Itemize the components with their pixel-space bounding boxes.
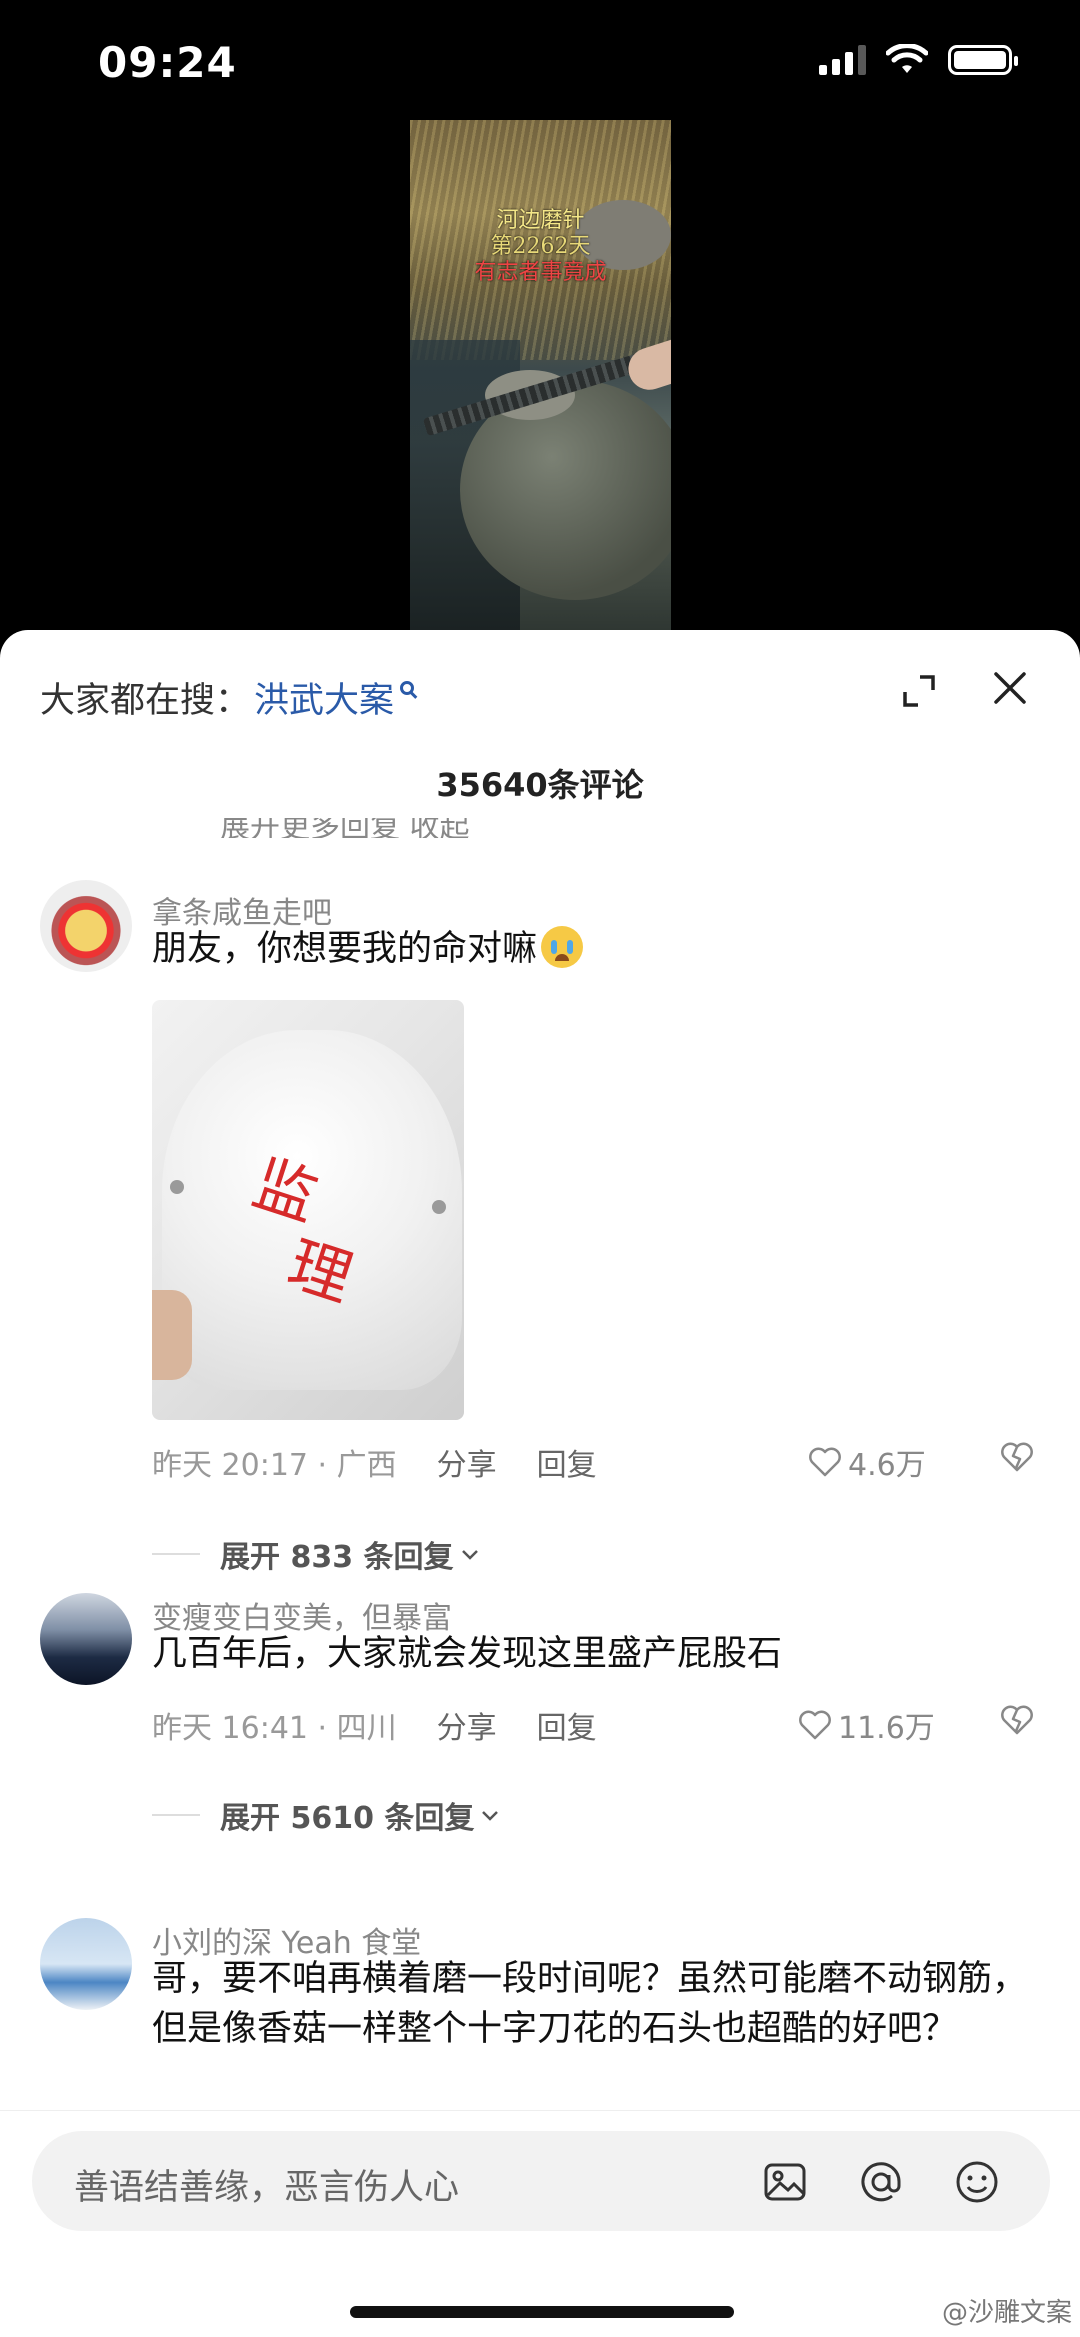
comment-text-body: 朋友，你想要我的命对嘛 bbox=[152, 929, 538, 969]
home-indicator[interactable] bbox=[350, 2306, 734, 2318]
expand-replies-button[interactable]: 展开 5610 条回复 bbox=[152, 1793, 500, 1837]
wifi-icon bbox=[886, 44, 928, 73]
status-time: 09:24 bbox=[98, 38, 237, 87]
avatar[interactable] bbox=[40, 1593, 132, 1685]
close-icon[interactable] bbox=[992, 670, 1028, 706]
image-icon[interactable] bbox=[762, 2159, 808, 2205]
avatar[interactable] bbox=[40, 1918, 132, 2010]
share-button[interactable]: 分享 bbox=[437, 1440, 497, 1484]
comment-meta: 昨天 16:41 · 四川 分享 回复 bbox=[152, 1703, 597, 1747]
battery-icon bbox=[948, 45, 1018, 75]
like-button[interactable]: 4.6万 bbox=[808, 1440, 926, 1484]
crying-emoji-icon bbox=[541, 926, 584, 968]
status-icons bbox=[819, 44, 1018, 76]
emoji-icon[interactable] bbox=[954, 2159, 1000, 2205]
chevron-down-icon bbox=[461, 1550, 478, 1560]
cutoff-reply-row: 展开更多回复 收起 bbox=[220, 818, 470, 838]
heart-icon bbox=[809, 1447, 841, 1477]
expand-replies-button[interactable]: 展开 833 条回复 bbox=[152, 1532, 480, 1576]
helmet-text: 监 理 bbox=[244, 1146, 362, 1316]
chevron-down-icon bbox=[482, 1811, 499, 1821]
at-icon[interactable] bbox=[858, 2159, 904, 2205]
share-button[interactable]: 分享 bbox=[437, 1703, 497, 1747]
trending-search-term[interactable]: 洪武大案 bbox=[254, 672, 394, 723]
search-icon bbox=[400, 680, 415, 695]
like-button[interactable]: 11.6万 bbox=[798, 1703, 935, 1747]
reply-button[interactable]: 回复 bbox=[537, 1440, 597, 1484]
comment-input-bar: 善语结善缘，恶言伤人心 bbox=[0, 2110, 1080, 2337]
watermark: @沙雕文案 bbox=[941, 2298, 1072, 2328]
expand-replies-label: 展开 5610 条回复 bbox=[220, 1801, 475, 1836]
comment-time-location: 昨天 20:17 · 广西 bbox=[152, 1448, 397, 1483]
video-caption-line-3: 有志者事竟成 bbox=[474, 260, 607, 285]
comment-sheet: 大家都在搜： 洪武大案 35640条评论 展开更多回复 收起 拿条咸鱼走吧 朋友… bbox=[0, 630, 1080, 2337]
comment-input-placeholder: 善语结善缘，恶言伤人心 bbox=[74, 2168, 460, 2208]
status-bar: 09:24 bbox=[0, 0, 1080, 120]
comment-meta: 昨天 20:17 · 广西 分享 回复 bbox=[152, 1440, 597, 1484]
comment-text: 哥，要不咱再横着磨一段时间呢？虽然可能磨不动钢筋，但是像香菇一样整个十字刀花的石… bbox=[152, 1959, 1028, 2049]
comment-text: 几百年后，大家就会发现这里盛产屁股石 bbox=[152, 1634, 783, 1674]
expand-replies-label: 展开 833 条回复 bbox=[220, 1540, 454, 1575]
comment-time-location: 昨天 16:41 · 四川 bbox=[152, 1711, 397, 1746]
like-count: 11.6万 bbox=[838, 1711, 935, 1746]
helmet-image: 监 理 bbox=[162, 1030, 462, 1390]
comment-count-title: 35640条评论 bbox=[436, 766, 644, 804]
heart-icon bbox=[799, 1710, 831, 1740]
avatar[interactable] bbox=[40, 880, 132, 972]
video-player[interactable]: 河边磨针 第2262天 有志者事竟成 bbox=[0, 120, 1080, 640]
signal-icon bbox=[819, 45, 866, 75]
reply-button[interactable]: 回复 bbox=[537, 1703, 597, 1747]
trending-search-label: 大家都在搜： bbox=[40, 681, 251, 721]
comment-image[interactable]: 监 理 bbox=[152, 1000, 464, 1420]
dislike-icon[interactable] bbox=[1000, 1442, 1034, 1472]
dislike-icon[interactable] bbox=[1000, 1705, 1034, 1735]
comment-input[interactable]: 善语结善缘，恶言伤人心 bbox=[32, 2131, 1050, 2231]
like-count: 4.6万 bbox=[848, 1448, 926, 1483]
video-frame[interactable]: 河边磨针 第2262天 有志者事竟成 bbox=[410, 120, 671, 640]
trending-search[interactable]: 大家都在搜： 洪武大案 bbox=[40, 672, 415, 723]
expand-icon[interactable] bbox=[902, 674, 936, 708]
comment-text: 朋友，你想要我的命对嘛 bbox=[152, 924, 1032, 974]
